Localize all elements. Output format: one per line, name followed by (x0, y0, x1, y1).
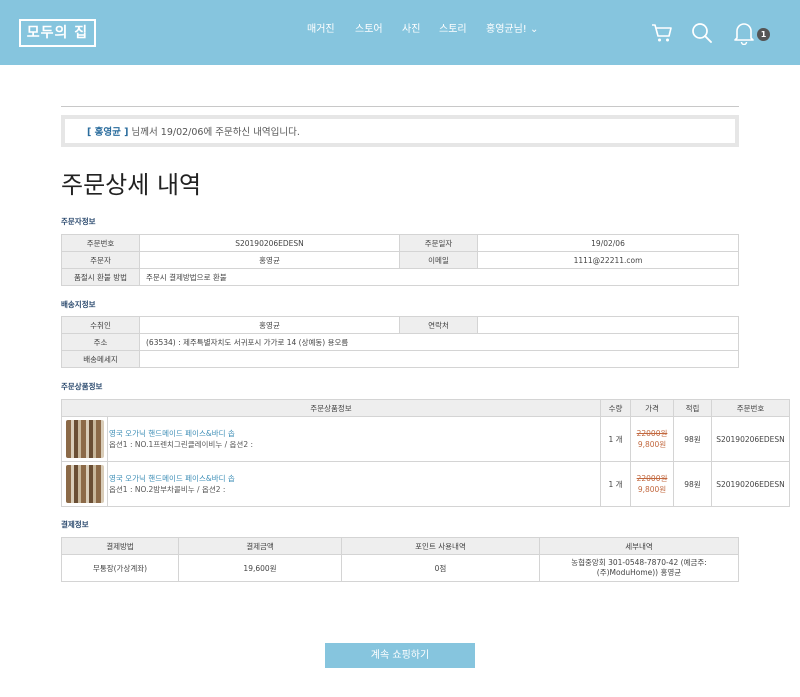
product-option: 옵션1 : NO.2밤부차콜비누 / 옵션2 : (109, 485, 226, 494)
refund-label: 품절시 환불 방법 (61, 268, 140, 286)
shipping-table: 수취인 홍영균 연락처 주소 (63534) : 제주특별자치도 서귀포시 가가… (61, 316, 739, 368)
product-points: 98원 (673, 461, 712, 507)
product-thumbnail[interactable] (61, 461, 108, 507)
original-price: 22000원 (636, 474, 668, 483)
product-option: 옵션1 : NO.1프렌치그린클레이비누 / 옵션2 : (109, 440, 254, 449)
product-order-no: S20190206EDESN (711, 416, 790, 462)
refund-value: 주문시 결제방법으로 환불 (139, 268, 739, 286)
email-label: 이메일 (399, 251, 478, 269)
table-header-row: 주문상품정보 수량 가격 적립 주문번호 (61, 399, 790, 417)
nav-photo[interactable]: 사진 (402, 23, 420, 37)
product-order-no: S20190206EDESN (711, 461, 790, 507)
contact-value (477, 316, 739, 334)
col-header-product: 주문상품정보 (61, 399, 601, 417)
payment-detail-line1: 농협중앙회 301-0548-7870-42 (예금주: (571, 558, 707, 567)
nav-store[interactable]: 스토어 (355, 23, 383, 37)
cart-icon[interactable] (651, 23, 673, 43)
table-row: 영국 오가닉 핸드메이드 페이스&바디 솝 옵션1 : NO.1프렌치그린클레이… (61, 416, 790, 462)
section-title-orderer: 주문자정보 (61, 217, 96, 226)
nav-user-menu[interactable]: 홍영균님! ⌄ (486, 23, 538, 37)
payment-detail-line2: (주)ModuHome)) 홍영균 (596, 568, 682, 577)
order-date-value: 19/02/06 (477, 234, 739, 252)
table-header-row: 결제방법 결제금액 포인트 사용내역 세부내역 (61, 537, 739, 555)
product-points: 98원 (673, 416, 712, 462)
sale-price: 9,800원 (637, 485, 667, 494)
product-thumbnail[interactable] (61, 416, 108, 462)
orderer-table: 주문번호 S20190206EDESN 주문일자 19/02/06 주문자 홍영… (61, 234, 739, 286)
table-row: 무통장(가상계좌) 19,600원 0점 농협중앙회 301-0548-7870… (61, 554, 739, 582)
col-header-price: 가격 (630, 399, 674, 417)
section-title-products: 주문상품정보 (61, 382, 103, 391)
section-title-payment: 결제정보 (61, 520, 89, 529)
payment-table: 결제방법 결제금액 포인트 사용내역 세부내역 무통장(가상계좌) 19,600… (61, 537, 739, 582)
col-header-detail: 세부내역 (539, 537, 739, 555)
section-title-shipping: 배송지정보 (61, 300, 96, 309)
order-no-value: S20190206EDESN (139, 234, 400, 252)
divider (61, 106, 739, 107)
table-row: 주문번호 S20190206EDESN 주문일자 19/02/06 (61, 234, 739, 252)
order-no-label: 주문번호 (61, 234, 140, 252)
top-header: 모두의 집 매거진 스토어 사진 스토리 홍영균님! ⌄ 1 (0, 0, 800, 65)
product-name-link[interactable]: 영국 오가닉 핸드메이드 페이스&바디 솝 (109, 428, 600, 439)
table-row: 주문자 홍영균 이메일 1111@22211.com (61, 251, 739, 269)
bell-icon[interactable] (733, 21, 755, 45)
col-header-points: 적립 (673, 399, 712, 417)
products-table: 주문상품정보 수량 가격 적립 주문번호 영국 오가닉 핸드메이드 페이스&바디… (61, 399, 790, 507)
order-notice: [ 홍영균 ] 님께서 19/02/06에 주문하신 내역입니다. (61, 115, 739, 147)
table-row: 품절시 환불 방법 주문시 결제방법으로 환불 (61, 268, 739, 286)
site-logo[interactable]: 모두의 집 (19, 19, 96, 47)
col-header-order-no: 주문번호 (711, 399, 790, 417)
notice-customer-name: [ 홍영균 ] (87, 127, 129, 138)
address-value: (63534) : 제주특별자치도 서귀포시 가가로 14 (상예동) 용오름 (139, 333, 739, 351)
message-value (139, 350, 739, 368)
orderer-value: 홍영균 (139, 251, 400, 269)
payment-amount: 19,600원 (178, 554, 342, 582)
col-header-qty: 수량 (600, 399, 631, 417)
orderer-label: 주문자 (61, 251, 140, 269)
product-qty: 1 개 (600, 416, 631, 462)
table-row: 배송메세지 (61, 350, 739, 368)
product-name-link[interactable]: 영국 오가닉 핸드메이드 페이스&바디 솝 (109, 473, 600, 484)
message-label: 배송메세지 (61, 350, 140, 368)
col-header-points-used: 포인트 사용내역 (341, 537, 540, 555)
recipient-label: 수취인 (61, 316, 140, 334)
address-label: 주소 (61, 333, 140, 351)
sale-price: 9,800원 (637, 440, 667, 449)
search-icon[interactable] (691, 22, 713, 44)
page-title: 주문상세 내역 (61, 171, 202, 199)
col-header-method: 결제방법 (61, 537, 179, 555)
nav-story[interactable]: 스토리 (439, 23, 467, 37)
contact-label: 연락처 (399, 316, 478, 334)
payment-method: 무통장(가상계좌) (61, 554, 179, 582)
table-row: 영국 오가닉 핸드메이드 페이스&바디 솝 옵션1 : NO.2밤부차콜비누 /… (61, 461, 790, 507)
product-qty: 1 개 (600, 461, 631, 507)
order-date-label: 주문일자 (399, 234, 478, 252)
notice-text: 님께서 19/02/06에 주문하신 내역입니다. (128, 127, 300, 138)
continue-shopping-button[interactable]: 계속 쇼핑하기 (325, 643, 475, 668)
notification-badge: 1 (757, 28, 770, 41)
table-row: 수취인 홍영균 연락처 (61, 316, 739, 334)
original-price: 22000원 (636, 429, 668, 438)
table-row: 주소 (63534) : 제주특별자치도 서귀포시 가가로 14 (상예동) 용… (61, 333, 739, 351)
email-value: 1111@22211.com (477, 251, 739, 269)
col-header-amount: 결제금액 (178, 537, 342, 555)
nav-magazine[interactable]: 매거진 (307, 23, 335, 37)
points-used: 0점 (341, 554, 540, 582)
recipient-value: 홍영균 (139, 316, 400, 334)
